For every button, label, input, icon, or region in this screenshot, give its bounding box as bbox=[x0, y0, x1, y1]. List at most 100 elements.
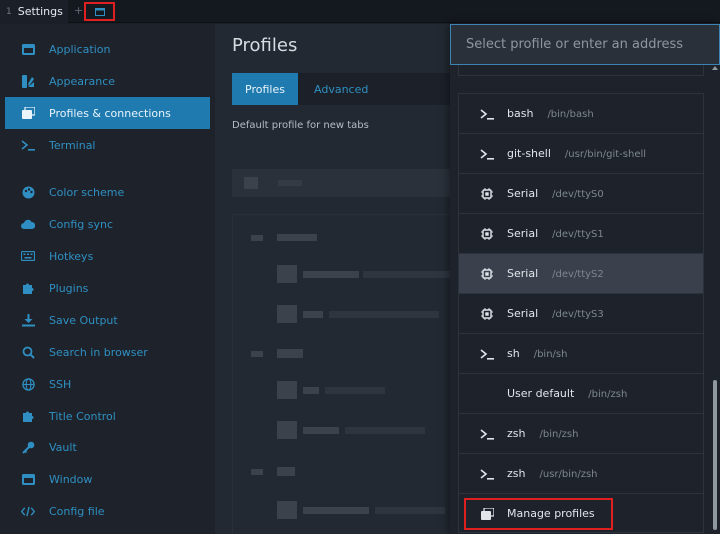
sidebar-item-label: Appearance bbox=[49, 74, 116, 88]
profiles-menu-button[interactable] bbox=[84, 2, 115, 21]
terminal-prompt-icon bbox=[479, 427, 495, 441]
sidebar-item-color-scheme[interactable]: Color scheme bbox=[5, 176, 210, 208]
sidebar-item-label: Window bbox=[49, 472, 93, 486]
sidebar-item-label: Config sync bbox=[49, 217, 114, 231]
sidebar-item-label: Hotkeys bbox=[49, 249, 94, 263]
terminal-prompt-icon bbox=[479, 147, 495, 161]
globe-icon bbox=[21, 377, 35, 391]
sidebar-item-config-file[interactable]: Config file bbox=[5, 495, 210, 527]
default-profile-select[interactable] bbox=[232, 169, 472, 197]
sidebar-item-search-in-browser[interactable]: Search in browser bbox=[5, 336, 210, 368]
profile-name: sh bbox=[507, 347, 520, 360]
profile-path: /dev/ttyS3 bbox=[552, 309, 604, 320]
sidebar-item-plugins[interactable]: Plugins bbox=[5, 272, 210, 304]
list-top-edge bbox=[458, 65, 704, 76]
sidebar-item-save-output[interactable]: Save Output bbox=[5, 304, 210, 336]
profile-item-sh[interactable]: sh /bin/sh bbox=[458, 333, 704, 373]
tab-advanced[interactable]: Advanced bbox=[314, 73, 368, 105]
chip-icon bbox=[479, 307, 495, 321]
terminal-prompt-icon bbox=[479, 467, 495, 481]
profile-name: Serial bbox=[507, 307, 539, 320]
profile-item-bash[interactable]: bash /bin/bash bbox=[458, 93, 704, 133]
sidebar-item-window[interactable]: Window bbox=[5, 463, 210, 495]
tab-bar: 1 Settings + bbox=[0, 0, 720, 23]
profile-name: bash bbox=[507, 107, 534, 120]
profiles-list-pixelated bbox=[232, 214, 472, 534]
sidebar-item-label: Plugins bbox=[49, 281, 89, 295]
sidebar-item-label: Title Control bbox=[49, 409, 116, 423]
sidebar-item-label: Save Output bbox=[49, 313, 118, 327]
window-icon bbox=[94, 7, 105, 16]
download-icon bbox=[21, 313, 35, 327]
search-icon bbox=[21, 345, 35, 359]
profile-name: User default bbox=[507, 387, 575, 400]
sidebar-item-application[interactable]: Application bbox=[5, 33, 210, 65]
tab-number: 1 bbox=[6, 6, 12, 17]
sidebar-item-config-sync[interactable]: Config sync bbox=[5, 208, 210, 240]
sidebar-item-title-control[interactable]: Title Control bbox=[5, 400, 210, 432]
profile-name: git-shell bbox=[507, 147, 551, 160]
profile-item-zsh[interactable]: zsh /bin/zsh bbox=[458, 413, 704, 453]
profile-item-serial-ttys3[interactable]: Serial /dev/ttyS3 bbox=[458, 293, 704, 333]
sidebar-item-vault[interactable]: Vault bbox=[5, 431, 210, 463]
profile-path: /bin/zsh bbox=[539, 429, 579, 440]
chip-icon bbox=[479, 267, 495, 281]
profile-item-git-shell[interactable]: git-shell /usr/bin/git-shell bbox=[458, 133, 704, 173]
profile-search-input[interactable]: Select profile or enter an address bbox=[450, 24, 720, 65]
puzzle-icon bbox=[21, 281, 35, 295]
profile-path: /usr/bin/zsh bbox=[539, 469, 598, 480]
chip-icon bbox=[479, 187, 495, 201]
sidebar-item-label: Terminal bbox=[49, 138, 96, 152]
dropdown-scrollbar[interactable] bbox=[713, 380, 717, 530]
profiles-icon bbox=[21, 106, 35, 120]
terminal-prompt-icon bbox=[479, 107, 495, 121]
terminal-prompt-icon bbox=[21, 138, 35, 152]
sidebar-item-label: Config file bbox=[49, 504, 105, 518]
highlight-box bbox=[464, 498, 613, 530]
code-icon bbox=[21, 504, 35, 518]
profile-item-serial-ttys0[interactable]: Serial /dev/ttyS0 bbox=[458, 173, 704, 213]
sidebar-item-hotkeys[interactable]: Hotkeys bbox=[5, 240, 210, 272]
profile-path: /bin/zsh bbox=[588, 389, 628, 400]
cloud-icon bbox=[21, 217, 35, 231]
palette-brush-icon bbox=[21, 74, 35, 88]
profile-item-serial-ttys1[interactable]: Serial /dev/ttyS1 bbox=[458, 213, 704, 253]
sidebar-item-terminal[interactable]: Terminal bbox=[5, 129, 210, 161]
palette-icon bbox=[21, 185, 35, 199]
profiles-tabs: Profiles Advanced bbox=[232, 73, 472, 105]
profile-path: /dev/ttyS2 bbox=[552, 269, 604, 280]
sidebar-item-profiles-connections[interactable]: Profiles & connections bbox=[5, 97, 210, 129]
puzzle-icon bbox=[21, 409, 35, 423]
profile-item-serial-ttys2[interactable]: Serial /dev/ttyS2 bbox=[458, 253, 704, 293]
profile-name: Serial bbox=[507, 227, 539, 240]
tab-title: Settings bbox=[17, 5, 63, 18]
window-icon bbox=[21, 472, 35, 486]
profile-list: bash /bin/bash git-shell /usr/bin/git-sh… bbox=[458, 65, 704, 534]
sidebar-item-appearance[interactable]: Appearance bbox=[5, 65, 210, 97]
profile-path: /usr/bin/git-shell bbox=[564, 149, 647, 160]
profile-name: Serial bbox=[507, 187, 539, 200]
profile-path: /dev/ttyS0 bbox=[552, 189, 604, 200]
sidebar-item-label: Search in browser bbox=[49, 345, 148, 359]
profile-path: /bin/sh bbox=[533, 349, 568, 360]
sidebar-item-ssh[interactable]: SSH bbox=[5, 368, 210, 400]
sidebar-item-label: Application bbox=[49, 42, 111, 56]
keyboard-icon bbox=[21, 249, 35, 263]
tab-settings[interactable]: 1 Settings bbox=[0, 0, 68, 23]
add-tab-button[interactable]: + bbox=[74, 4, 83, 17]
key-icon bbox=[21, 440, 35, 454]
profile-item-zsh-usr[interactable]: zsh /usr/bin/zsh bbox=[458, 453, 704, 493]
profile-item-user-default[interactable]: User default /bin/zsh bbox=[458, 373, 704, 413]
page-title: Profiles bbox=[232, 35, 298, 56]
tab-profiles[interactable]: Profiles bbox=[232, 73, 298, 105]
scroll-up-arrow[interactable] bbox=[712, 66, 718, 70]
sidebar-item-label: SSH bbox=[49, 377, 72, 391]
window-icon bbox=[21, 42, 35, 56]
profile-path: /bin/bash bbox=[547, 109, 594, 120]
profile-selector-dropdown: Select profile or enter an address bash … bbox=[450, 24, 720, 534]
profile-name: zsh bbox=[507, 467, 526, 480]
profile-path: /dev/ttyS1 bbox=[552, 229, 604, 240]
settings-sidebar: Application Appearance Profiles & connec… bbox=[0, 24, 215, 534]
sidebar-item-label: Profiles & connections bbox=[49, 106, 171, 120]
chip-icon bbox=[479, 227, 495, 241]
